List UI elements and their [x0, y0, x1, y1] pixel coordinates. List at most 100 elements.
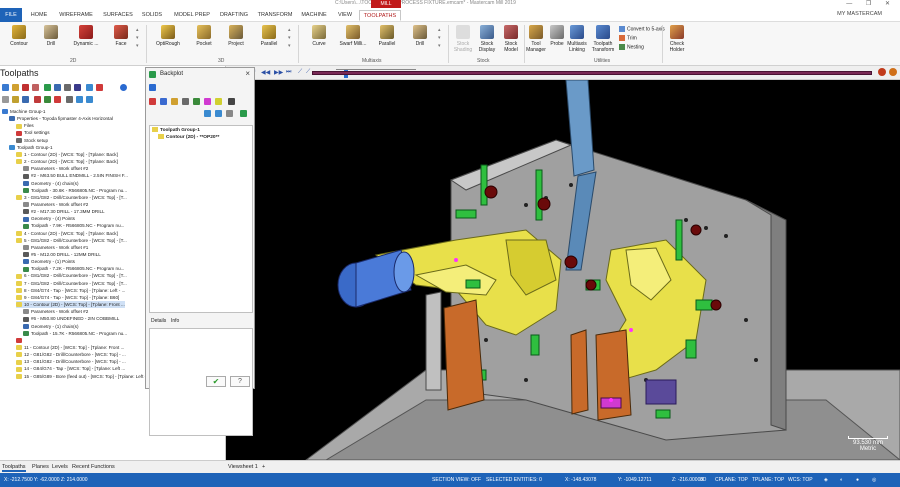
optirough-button[interactable]: OptiRough — [152, 25, 184, 47]
parallel-multiaxis-button[interactable]: Parallel — [374, 25, 400, 47]
info-icon[interactable] — [878, 68, 886, 76]
tab-planes[interactable]: Planes — [32, 464, 49, 470]
dynamic-button[interactable]: Dynamic ... — [70, 25, 102, 47]
window-controls[interactable]: — ❐ ✕ — [846, 0, 896, 7]
gallery-expand-multiaxis[interactable]: ▴ ▾ ▾ — [438, 26, 444, 50]
tree-item[interactable]: #2 - M63.50 BULL ENDMILL - 2.5IN FINISH … — [23, 172, 128, 179]
tree-item[interactable]: #2 - M17.30 DRILL - 17.3MM DRILL — [23, 208, 105, 215]
graphics-viewport[interactable]: 93.530 mm Metric — [226, 80, 900, 460]
tree-item[interactable]: Tool settings — [16, 129, 50, 136]
account-label[interactable]: MY MASTERCAM — [837, 11, 882, 17]
step-end-icon[interactable]: ⏭ — [286, 69, 291, 76]
tree-item[interactable]: Geometry - (4) Points — [23, 215, 75, 222]
delete-icon[interactable] — [96, 84, 103, 91]
tab-levels[interactable]: Levels — [52, 464, 68, 470]
regenerate-icon[interactable] — [22, 84, 29, 91]
scroll-to-icon[interactable] — [66, 96, 73, 103]
tree-item[interactable]: 2 - Contour (2D) - [WCS: Top] - [Tplane:… — [16, 158, 118, 165]
tree-item[interactable]: Geometry - (4) chain(s) — [23, 180, 78, 187]
tree-item[interactable]: 8 - G84/G74 - Tap - [WCS: Top] - [Tplane… — [16, 287, 125, 294]
color-icon[interactable]: ● — [856, 477, 859, 483]
verify-icon[interactable] — [54, 84, 61, 91]
stock-shading-button[interactable]: Stock Shading — [452, 25, 474, 53]
config-icon[interactable] — [215, 98, 222, 105]
gallery-expand-2d[interactable]: ▴ ▾ ▾ — [136, 26, 142, 50]
step-forward-icon[interactable]: ▶▶ — [274, 69, 283, 76]
tree-item[interactable]: Toolpath - 7.2K - R566805.NC - Program n… — [23, 265, 124, 272]
project-button[interactable]: Project — [224, 25, 248, 47]
tree-item[interactable]: Geometry - (1) Points — [23, 258, 75, 265]
display-endpoints-icon[interactable] — [193, 98, 200, 105]
quick-verify-icon[interactable] — [204, 98, 211, 105]
tab-model-prep[interactable]: MODEL PREP — [170, 10, 214, 21]
curve-button[interactable]: Curve — [306, 25, 332, 47]
tree-item[interactable]: 11 - Contour (2D) - [WCS: Top] - [Tplane… — [16, 344, 124, 351]
tree-item[interactable]: Parameters - Work offset #1 — [23, 244, 88, 251]
transparency-icon[interactable]: ◎ — [872, 477, 876, 483]
tab-solids[interactable]: SOLIDS — [139, 10, 165, 21]
tree-item[interactable]: Parameters - Work offset #2 — [23, 308, 88, 315]
viewsheet-tab[interactable]: Viewsheet 1 — [228, 464, 258, 470]
post-icon[interactable] — [74, 84, 81, 91]
collapse-icon[interactable] — [86, 96, 93, 103]
help-button[interactable]: ? — [230, 376, 250, 387]
tab-file[interactable]: FILE — [0, 8, 22, 22]
tree-item[interactable]: 15 - G85/G89 - Bore (feed out) - [WCS: T… — [16, 373, 161, 380]
wireframe-icon[interactable]: ◈ — [824, 477, 828, 483]
dimension-mode[interactable]: 3D — [700, 477, 706, 483]
tree-item[interactable]: 14 - G84/G74 - Tap - [WCS: Top] - [Tplan… — [16, 365, 125, 372]
tree-item[interactable]: Files — [16, 122, 34, 129]
convert-5axis-button[interactable]: Convert to 5-axis — [619, 26, 665, 32]
tree-item[interactable]: Stock setup — [16, 137, 48, 144]
lock-icon[interactable] — [2, 96, 9, 103]
display-entity-icon[interactable] — [182, 98, 189, 105]
insert-arrow-icon[interactable] — [54, 96, 61, 103]
tree-item[interactable]: Toolpath - 30.6K - R566805.NC - Program … — [23, 187, 127, 194]
step-back-icon[interactable]: ◀◀ — [261, 69, 270, 76]
expand-icon[interactable] — [76, 96, 83, 103]
toolpath-transform-button[interactable]: Toolpath Transform — [590, 25, 616, 53]
tree-item[interactable]: #5 - M12.00 DRILL - 12MM DRILL — [23, 251, 101, 258]
export-icon[interactable] — [240, 110, 247, 117]
tree-item[interactable]: Toolpath - 15.7K - R566805.NC - Program … — [23, 330, 127, 337]
section-view-status[interactable]: SECTION VIEW: OFF — [432, 477, 481, 483]
cplane-status[interactable]: CPLANE: TOP — [715, 477, 748, 483]
contour-button[interactable]: Contour — [6, 25, 32, 47]
pocket-button[interactable]: Pocket — [192, 25, 216, 47]
tree-item[interactable]: 3 - G81/G82 - Drill/Counterbore - [WCS: … — [16, 194, 127, 201]
tab-toolpaths-panel[interactable]: Toolpaths — [2, 464, 26, 472]
tab-details[interactable]: Details — [151, 318, 166, 324]
swarf-milling-button[interactable]: Swarf Milli... — [336, 25, 370, 47]
tree-item[interactable]: 7 - G81/G82 - Drill/Counterbore - [WCS: … — [16, 280, 127, 287]
apply-icon[interactable] — [204, 110, 211, 117]
tree-item[interactable]: Toolpath - 7.9K - R566805.NC - Program n… — [23, 222, 124, 229]
tree-item[interactable]: 5 - G81/G82 - Drill/Counterbore - [WCS: … — [16, 237, 127, 244]
tab-wireframe[interactable]: WIREFRAME — [56, 10, 96, 21]
tab-info[interactable]: Info — [171, 318, 179, 324]
tree-item[interactable]: Properties - Toyoda fipmaster 4-Axis Hor… — [9, 115, 113, 122]
toggle-display-icon[interactable] — [12, 96, 19, 103]
tree-item[interactable] — [16, 337, 24, 344]
display-rapid-icon[interactable] — [171, 98, 178, 105]
display-tool-icon[interactable] — [149, 98, 156, 105]
trace-mode-icon[interactable]: ⟋ — [298, 69, 302, 76]
tree-item[interactable]: 13 - G81/G82 - Drill/Counterbore - [WCS:… — [16, 358, 126, 365]
display-holder-icon[interactable] — [160, 98, 167, 105]
close-window-button[interactable]: ✕ — [885, 1, 896, 7]
tree-item[interactable]: 1 - Contour (2D) - [WCS: Top] - [Tplane:… — [16, 151, 118, 158]
backplot-progress-track[interactable] — [312, 71, 872, 75]
shading-icon[interactable]: ◐ — [840, 477, 843, 483]
tree-item[interactable]: 12 - G81/G82 - Drill/Counterbore - [WCS:… — [16, 351, 126, 358]
stock-display-button[interactable]: Stock Display — [476, 25, 498, 53]
drill-button[interactable]: Drill — [40, 25, 62, 47]
drill-multiaxis-button[interactable]: Drill — [408, 25, 432, 47]
wcs-status[interactable]: WCS: TOP — [788, 477, 813, 483]
backplot-tree[interactable]: Toolpath Group-1 Contour (2D) - **OP20** — [149, 125, 253, 313]
nesting-button[interactable]: Nesting — [619, 44, 644, 50]
tab-recent-functions[interactable]: Recent Functions — [72, 464, 115, 470]
tree-item[interactable]: Parameters - Work offset #2 — [23, 165, 88, 172]
save-geometry-icon[interactable] — [215, 110, 222, 117]
ok-button[interactable]: ✔ — [206, 376, 226, 387]
maximize-button[interactable]: ❐ — [866, 1, 877, 7]
probe-button[interactable]: Probe — [548, 25, 566, 47]
